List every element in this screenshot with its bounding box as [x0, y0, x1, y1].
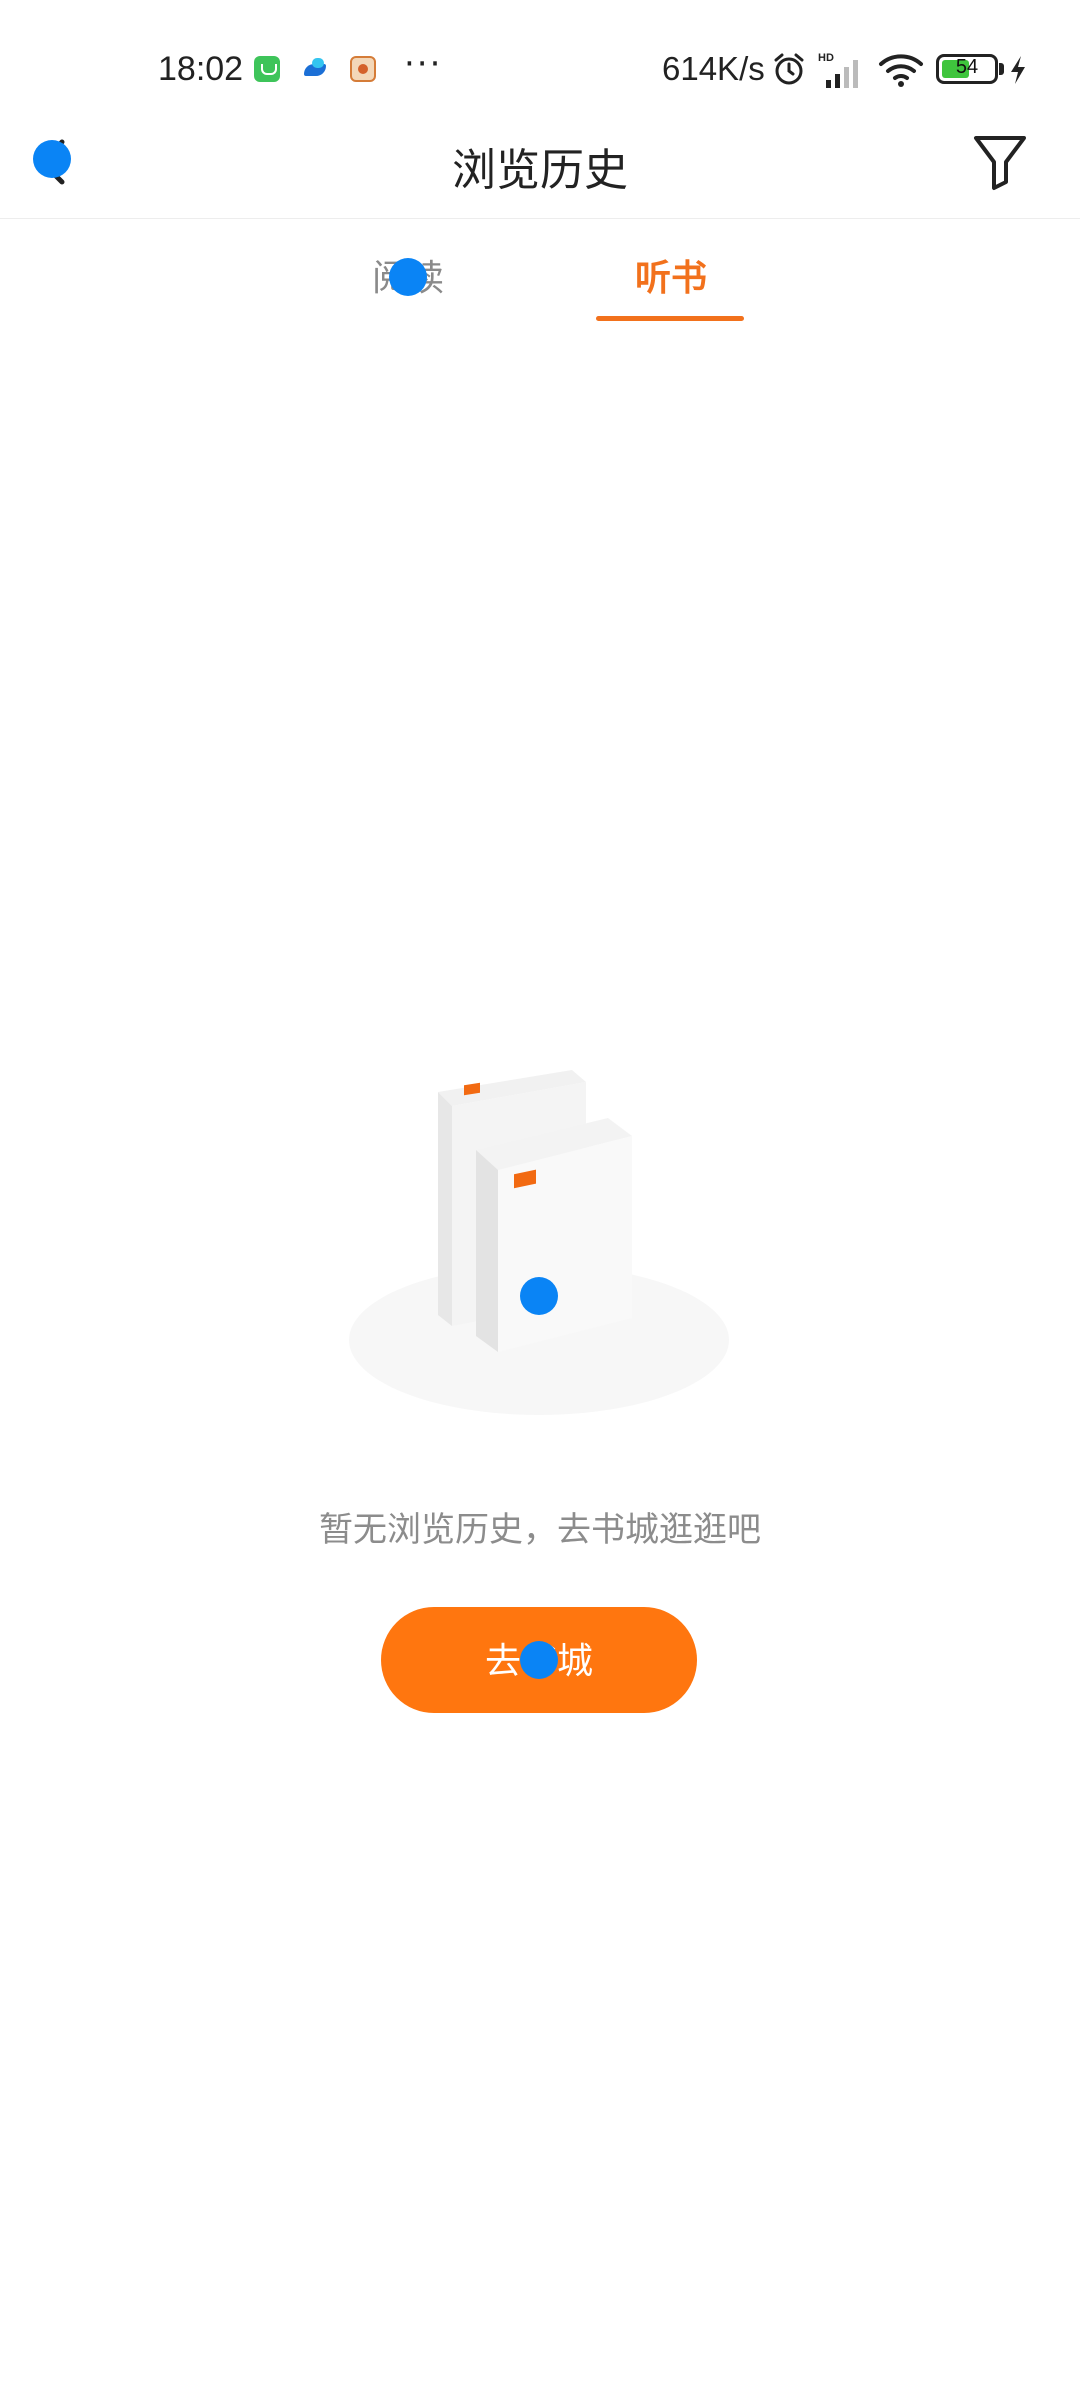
hd-label: HD: [818, 52, 834, 64]
wifi-icon: [879, 54, 923, 87]
charging-icon: [1011, 56, 1025, 84]
page-title: 浏览历史: [452, 145, 628, 196]
battery-cap: [999, 63, 1004, 75]
more-notifications-icon: ···: [404, 44, 443, 84]
app-header: 浏览历史: [0, 110, 1080, 219]
battery-icon: 54: [936, 54, 998, 84]
touch-indicator: [389, 258, 427, 296]
empty-state-message: 暂无浏览历史，去书城逛逛吧: [319, 1510, 761, 1550]
blue-app-icon: [302, 56, 328, 82]
touch-indicator: [520, 1641, 558, 1679]
books-illustration: [349, 1070, 729, 1415]
wechat-like-app-icon: [254, 56, 280, 82]
hd-signal-icon: HD: [818, 52, 858, 88]
battery-level: 54: [955, 56, 979, 78]
filter-button[interactable]: [970, 130, 1030, 194]
touch-indicator: [520, 1277, 558, 1315]
tab-bar: 阅读 听书: [0, 240, 1080, 330]
network-speed: 614K/s: [662, 50, 765, 87]
touch-indicator: [33, 140, 71, 178]
status-time: 18:02: [158, 50, 244, 88]
filter-icon: [974, 136, 1026, 190]
alarm-icon: [774, 53, 804, 85]
active-tab-indicator: [596, 316, 744, 321]
tab-listen[interactable]: 听书: [596, 254, 746, 304]
tiger-app-icon: [350, 56, 376, 82]
